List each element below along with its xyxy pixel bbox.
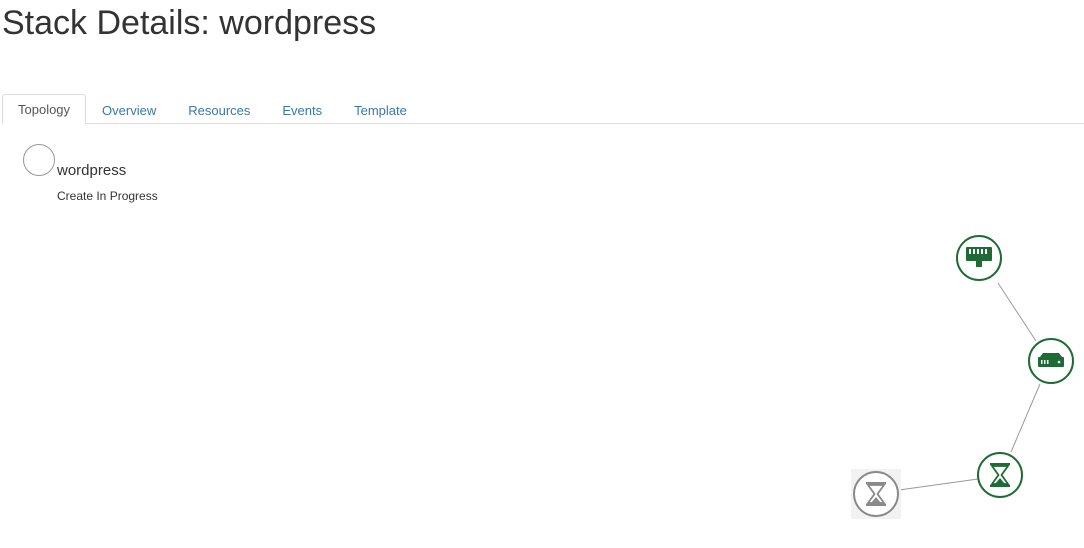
- topology-link: [898, 478, 979, 491]
- topology-link: [1010, 383, 1041, 453]
- router-icon: [1038, 353, 1064, 367]
- topology-node-router[interactable]: [1028, 338, 1074, 384]
- topology-link: [997, 282, 1037, 342]
- topology-node-pending[interactable]: [851, 469, 901, 519]
- stack-details-page: Stack Details: wordpress Topology Overvi…: [0, 0, 1084, 548]
- topology-node-network[interactable]: [956, 235, 1002, 281]
- topology-node-in-progress[interactable]: [977, 452, 1023, 498]
- topology-graph: [851, 235, 1074, 519]
